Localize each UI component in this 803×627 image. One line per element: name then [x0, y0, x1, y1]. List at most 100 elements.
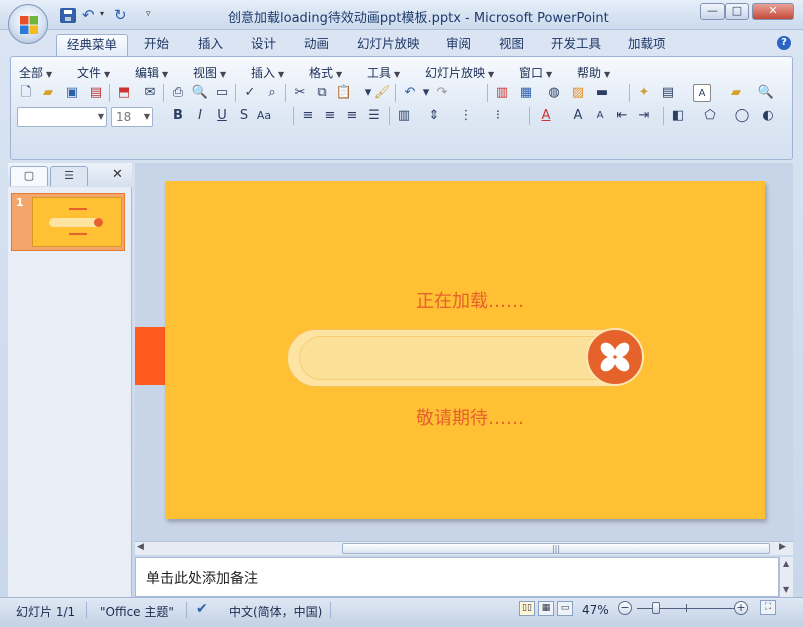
- underline-icon[interactable]: U: [213, 107, 231, 125]
- tab-animations[interactable]: 动画: [294, 34, 339, 56]
- permission-icon[interactable]: ⬒: [115, 84, 133, 102]
- fill-color-icon[interactable]: ▬: [593, 84, 611, 102]
- cut-icon[interactable]: ✂: [291, 84, 309, 102]
- save-as-pdf-icon[interactable]: ▤: [87, 84, 105, 102]
- insert-picture-icon[interactable]: ▨: [569, 84, 587, 102]
- align-right-icon[interactable]: ≡: [343, 107, 361, 125]
- table-icon[interactable]: ▦: [517, 84, 535, 102]
- outline-tab-icon[interactable]: ☰: [50, 166, 88, 186]
- save-icon[interactable]: [60, 8, 76, 23]
- tab-developer[interactable]: 开发工具: [541, 34, 611, 56]
- menu-window[interactable]: 窗口 ▼: [519, 64, 552, 81]
- copy-icon[interactable]: ⧉: [313, 84, 331, 102]
- redo-icon[interactable]: ↻: [114, 8, 130, 23]
- menu-insert[interactable]: 插入 ▼: [251, 64, 284, 81]
- close-button[interactable]: ✕: [752, 3, 794, 20]
- slides-tab-icon[interactable]: ▢: [10, 166, 48, 186]
- scroll-thumb[interactable]: |||: [342, 543, 770, 554]
- notes-pane[interactable]: 单击此处添加备注: [135, 557, 779, 597]
- shrink-font-icon[interactable]: A: [591, 107, 609, 125]
- align-left-icon[interactable]: ≡: [299, 107, 317, 125]
- tab-classic-menu[interactable]: 经典菜单: [56, 34, 129, 56]
- print-icon[interactable]: ⎙: [169, 84, 187, 102]
- spelling-icon[interactable]: ✓: [241, 84, 259, 102]
- quick-styles-icon[interactable]: ◯: [733, 107, 751, 125]
- scroll-down-icon[interactable]: ▼: [783, 585, 789, 594]
- flower-loader-icon[interactable]: [586, 328, 644, 386]
- customize-quick-access-icon[interactable]: ▿: [146, 9, 151, 19]
- line-spacing-icon[interactable]: ⇕: [425, 107, 443, 125]
- notes-placeholder[interactable]: 单击此处添加备注: [146, 568, 258, 588]
- redo-toolbar-icon[interactable]: ↷: [433, 84, 451, 102]
- undo-dropdown-icon[interactable]: ▾: [100, 9, 104, 18]
- slide-sorter-icon[interactable]: ▦: [538, 601, 554, 616]
- tab-review[interactable]: 审阅: [436, 34, 481, 56]
- scroll-up-icon[interactable]: ▲: [783, 559, 789, 568]
- shadow-icon[interactable]: S: [235, 107, 253, 125]
- format-painter-icon[interactable]: 🖌: [373, 84, 391, 102]
- menu-format[interactable]: 格式 ▼: [309, 64, 342, 81]
- open-icon[interactable]: ▰: [39, 84, 57, 102]
- bold-icon[interactable]: B: [169, 107, 187, 125]
- decrease-indent-icon[interactable]: ⇤: [613, 107, 631, 125]
- chart-icon[interactable]: ▥: [493, 84, 511, 102]
- italic-icon[interactable]: I: [191, 107, 209, 125]
- save-toolbar-icon[interactable]: ▣: [63, 84, 81, 102]
- shape-fill-icon[interactable]: ◐: [759, 107, 777, 125]
- justify-icon[interactable]: ☰: [365, 107, 383, 125]
- loading-text[interactable]: 正在加载……: [416, 287, 524, 313]
- find-icon[interactable]: 🔍: [757, 84, 775, 102]
- zoom-in-icon[interactable]: +: [734, 601, 748, 615]
- help-icon[interactable]: ?: [777, 36, 791, 50]
- bullets-icon[interactable]: ⁝: [489, 107, 507, 125]
- numbering-icon[interactable]: ⋮: [457, 107, 475, 125]
- font-size-combo[interactable]: 18 ▼: [111, 107, 153, 127]
- normal-view-icon[interactable]: ▯▯: [519, 601, 535, 616]
- text-box-icon[interactable]: A: [693, 84, 711, 102]
- layout-icon[interactable]: ▤: [659, 84, 677, 102]
- spell-check-icon[interactable]: ✔: [196, 601, 208, 617]
- menu-slideshow[interactable]: 幻灯片放映 ▼: [425, 64, 494, 81]
- slideshow-icon[interactable]: ▭: [213, 84, 231, 102]
- email-icon[interactable]: ✉: [141, 84, 159, 102]
- reading-view-icon[interactable]: ▭: [557, 601, 573, 616]
- tab-home[interactable]: 开始: [134, 34, 179, 56]
- grow-font-icon[interactable]: A: [569, 107, 587, 125]
- tab-view[interactable]: 视图: [489, 34, 534, 56]
- font-name-combo[interactable]: ▼: [17, 107, 107, 127]
- tab-addins[interactable]: 加载项: [618, 34, 676, 56]
- menu-edit[interactable]: 编辑 ▼: [135, 64, 168, 81]
- increase-indent-icon[interactable]: ⇥: [635, 107, 653, 125]
- fit-to-window-icon[interactable]: ⛶: [760, 600, 776, 615]
- tab-insert[interactable]: 插入: [188, 34, 233, 56]
- arrange-icon[interactable]: ◧: [669, 107, 687, 125]
- paste-icon[interactable]: 📋: [335, 84, 353, 102]
- slide-thumbnail-item[interactable]: 1: [11, 193, 125, 251]
- undo-icon[interactable]: ↶: [82, 8, 98, 23]
- shapes-icon[interactable]: ⬠: [701, 107, 719, 125]
- menu-all[interactable]: 全部 ▼: [19, 64, 52, 81]
- align-center-icon[interactable]: ≡: [321, 107, 339, 125]
- new-icon[interactable]: 🗋: [17, 84, 35, 102]
- print-preview-icon[interactable]: 🔍: [191, 84, 209, 102]
- scroll-right-icon[interactable]: ▶: [779, 542, 786, 552]
- menu-view[interactable]: 视图 ▼: [193, 64, 226, 81]
- horizontal-scrollbar[interactable]: ◀ ||| ▶: [135, 541, 793, 555]
- menu-file[interactable]: 文件 ▼: [77, 64, 110, 81]
- new-slide-icon[interactable]: ✦: [635, 84, 653, 102]
- office-button[interactable]: [8, 4, 48, 44]
- menu-tools[interactable]: 工具 ▼: [367, 64, 400, 81]
- columns-icon[interactable]: ▥: [395, 107, 413, 125]
- folder-icon[interactable]: ▰: [727, 84, 745, 102]
- slide-canvas[interactable]: 正在加载…… 敬请期待……: [165, 181, 765, 519]
- zoom-out-icon[interactable]: −: [618, 601, 632, 615]
- waiting-text[interactable]: 敬请期待……: [416, 404, 524, 430]
- character-spacing-icon[interactable]: Aa: [255, 107, 273, 125]
- close-panel-icon[interactable]: ✕: [112, 167, 123, 182]
- zoom-level[interactable]: 47%: [582, 603, 609, 617]
- globe-icon[interactable]: ◍: [545, 84, 563, 102]
- zoom-slider-knob[interactable]: [652, 602, 660, 614]
- minimize-button[interactable]: —: [700, 3, 725, 20]
- tab-slideshow[interactable]: 幻灯片放映: [347, 34, 430, 56]
- font-color-icon[interactable]: A: [537, 107, 555, 125]
